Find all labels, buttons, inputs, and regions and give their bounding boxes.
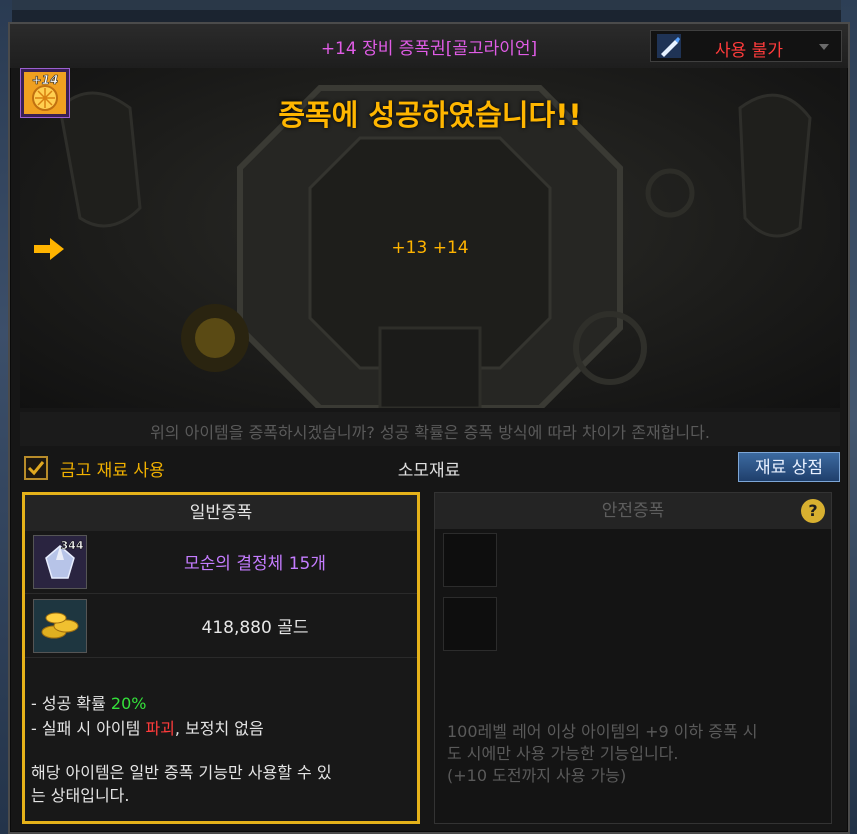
description-line: 는 상태입니다.: [31, 786, 130, 805]
description-line: (+10 도전까지 사용 가능): [447, 766, 627, 785]
description-line: 100레벨 레어 이상 아이템의 +9 이하 증폭 시: [447, 722, 758, 741]
help-icon[interactable]: ?: [801, 499, 825, 523]
safe-amplify-header: 안전증폭: [435, 493, 831, 529]
safe-amplify-description: 100레벨 레어 이상 아이템의 +9 이하 증폭 시 도 시에만 사용 가능한…: [447, 721, 827, 787]
chevron-down-icon: [819, 44, 829, 50]
failure-suffix: , 보정치 없음: [174, 719, 264, 738]
description-line: 도 시에만 사용 가능한 기능입니다.: [447, 744, 679, 763]
empty-material-slot: [443, 597, 497, 651]
failure-note: - 실패 시 아이템 파괴, 보정치 없음: [31, 716, 411, 741]
material-row-crystal: 344 모순의 결정체 15개: [25, 531, 417, 594]
crystal-quantity: 15개: [288, 554, 326, 574]
to-level: +14: [432, 238, 469, 258]
safe-material-row: [435, 593, 831, 655]
result-stage: 증폭에 성공하였습니다!! +14 +13 +14: [20, 68, 840, 408]
normal-amplify-header: 일반증폭: [25, 495, 417, 531]
amplification-window: +14 장비 증폭권[골고라이언] 사용 불가 증폭에 성공하였습니다!! +1…: [8, 22, 850, 834]
materials-label: 소모재료: [397, 461, 461, 481]
item-icon-badge: +14: [32, 73, 59, 87]
options-row: 금고 재료 사용 소모재료 재료 상점: [18, 452, 840, 486]
material-shop-button[interactable]: 재료 상점: [738, 452, 840, 482]
right-arrow-icon: [34, 238, 64, 260]
safe-amplify-panel[interactable]: 안전증폭 ? 100레벨 레어 이상 아이템의 +9 이하 증폭 시 도 시에만…: [434, 492, 832, 824]
success-rate-label: - 성공 확률: [31, 694, 111, 713]
status-text: 사용 불가: [715, 41, 783, 61]
normal-amplify-description: 해당 아이템은 일반 증폭 기능만 사용할 수 있 는 상태입니다.: [31, 761, 411, 807]
material-name: 모순의 결정체 15개: [105, 549, 405, 574]
failure-value: 파괴: [145, 719, 175, 738]
empty-material-slot: [443, 533, 497, 587]
status-dropdown[interactable]: 사용 불가: [650, 30, 842, 62]
success-rate-note: - 성공 확률 20%: [31, 691, 411, 716]
failure-label: - 실패 시 아이템: [31, 719, 146, 738]
normal-amplify-notes: - 성공 확률 20% - 실패 시 아이템 파괴, 보정치 없음: [31, 691, 411, 741]
gold-amount: 418,880 골드: [201, 618, 309, 638]
crystal-icon: 344: [34, 536, 86, 588]
info-text: 위의 아이템을 증폭하시겠습니까? 성공 확률은 증폭 방식에 따라 차이가 존…: [150, 423, 710, 442]
material-row-gold: 418,880 골드: [25, 595, 417, 658]
success-message: 증폭에 성공하였습니다!!: [278, 98, 582, 132]
material-slot[interactable]: [33, 599, 87, 653]
success-rate-value: 20%: [110, 694, 147, 713]
info-bar: 위의 아이템을 증폭하시겠습니까? 성공 확률은 증폭 방식에 따라 차이가 존…: [20, 412, 840, 446]
crystal-name: 모순의 결정체: [184, 554, 284, 574]
background-top: [0, 0, 857, 10]
normal-amplify-panel[interactable]: 일반증폭 344 모순의 결정체 15개 418,880 골드 - 성공 확률 …: [22, 492, 420, 824]
material-slot[interactable]: 344: [33, 535, 87, 589]
level-transition: +13 +14: [20, 238, 840, 260]
amplification-ticket-icon: +14: [20, 68, 70, 118]
pen-icon: [657, 34, 681, 58]
safe-material-row: [435, 529, 831, 591]
title-bar[interactable]: +14 장비 증폭권[골고라이언] 사용 불가: [10, 24, 848, 68]
crystal-count-badge: 344: [61, 539, 84, 552]
from-level: +13: [391, 238, 428, 258]
description-line: 해당 아이템은 일반 증폭 기능만 사용할 수 있: [31, 763, 332, 782]
gold-coins-icon: [34, 600, 86, 652]
